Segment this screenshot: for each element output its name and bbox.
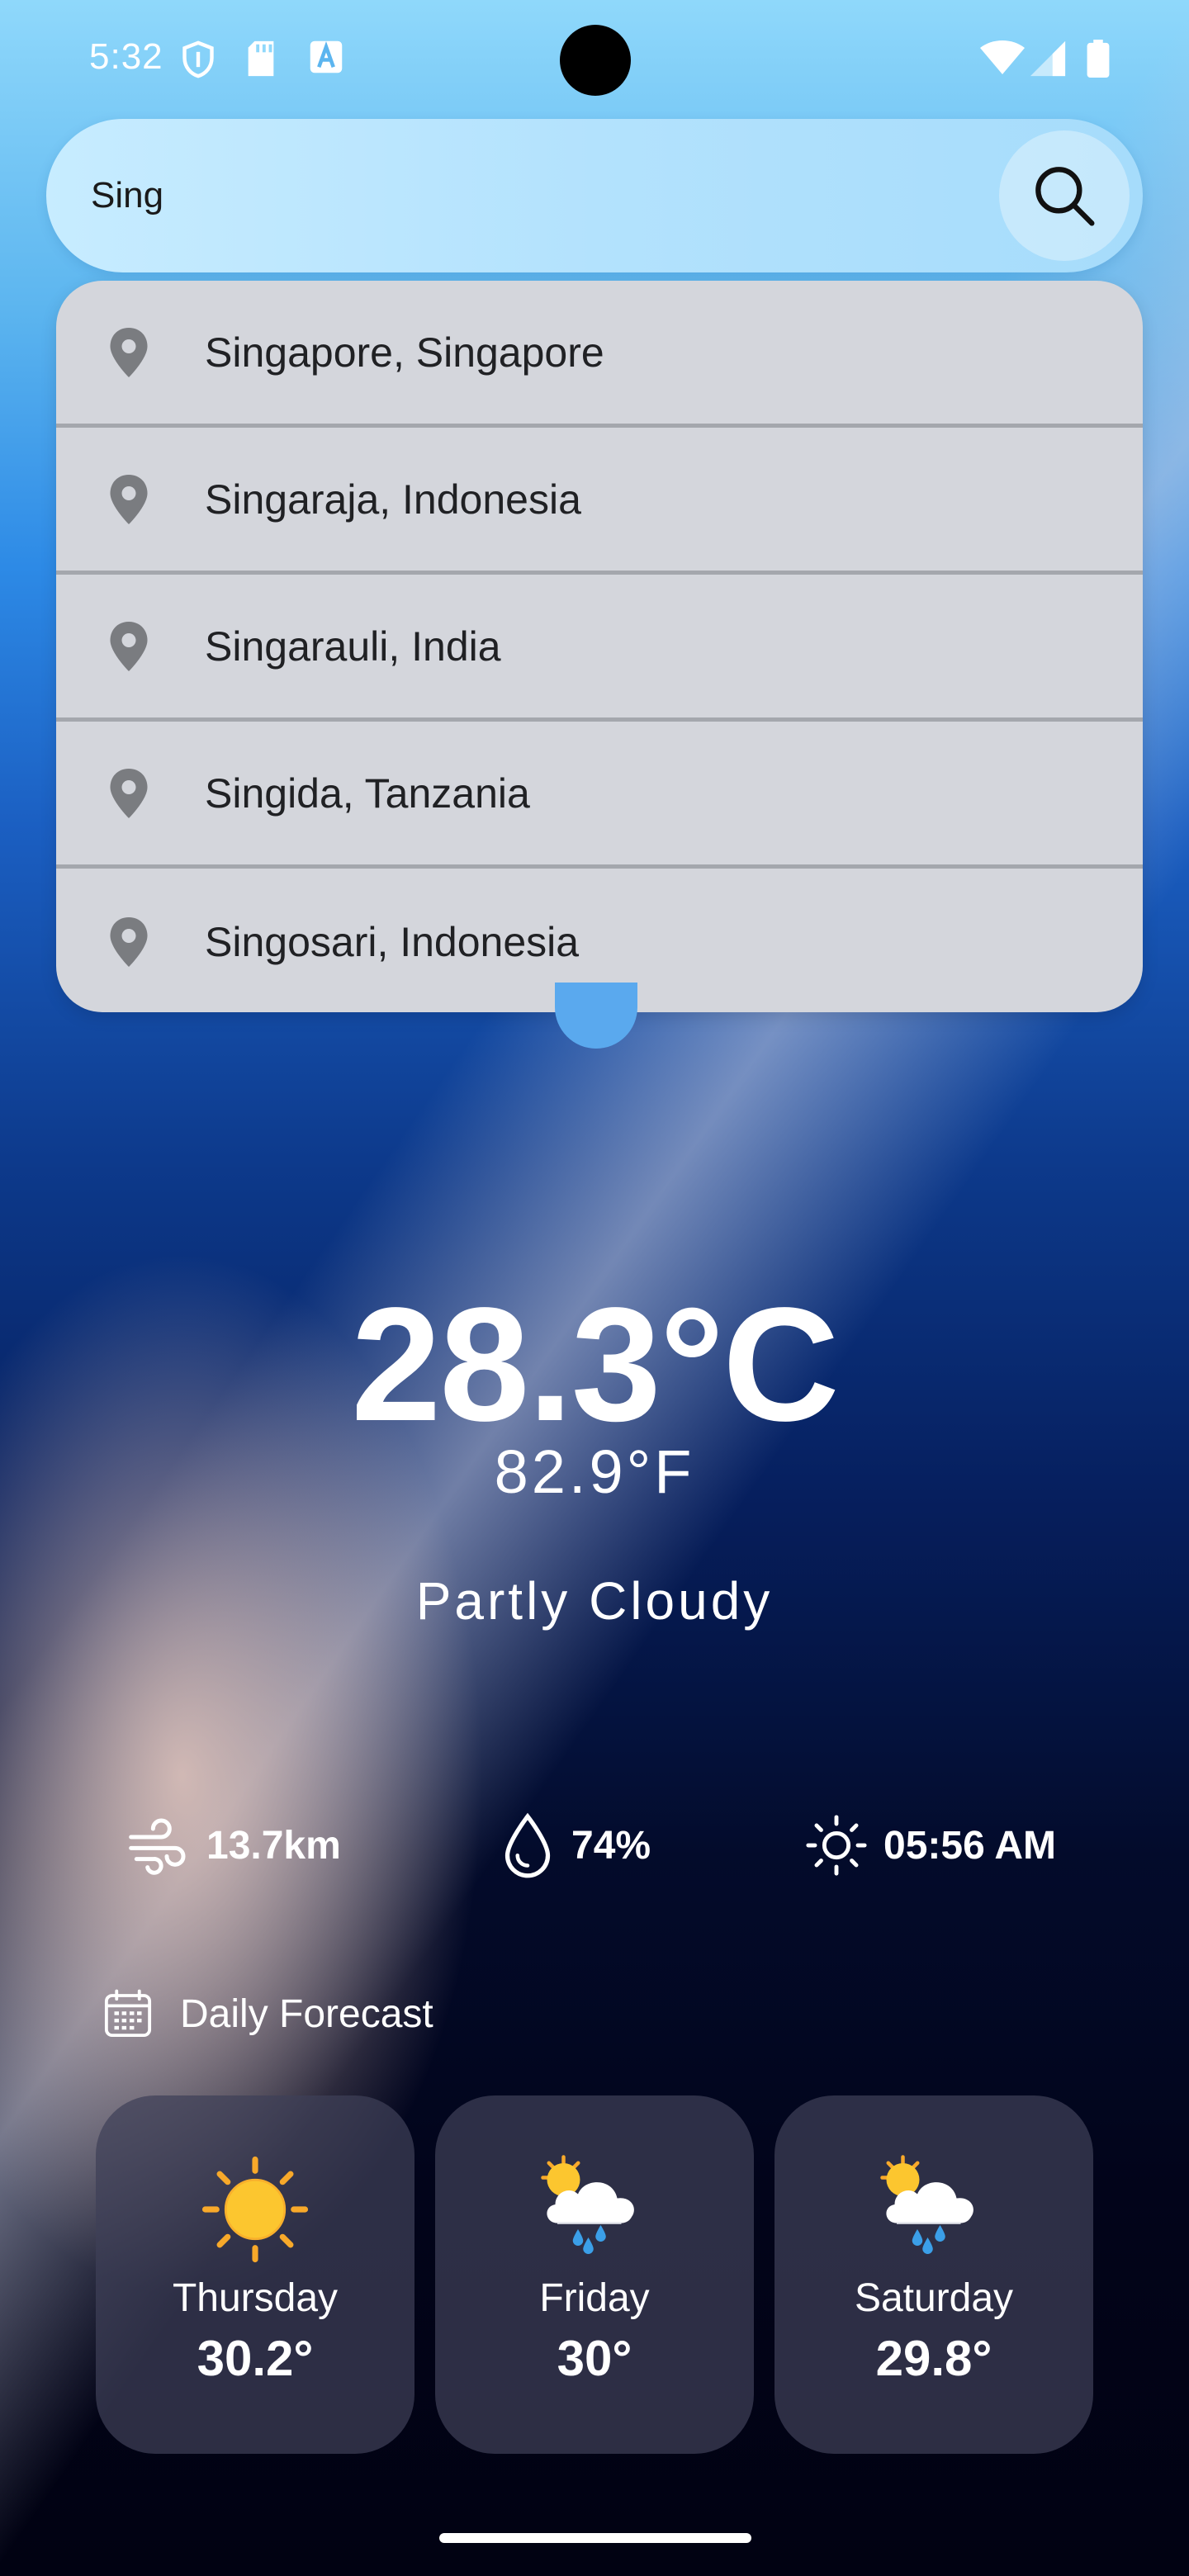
daily-forecast-title: Daily Forecast [180,1991,433,2036]
humidity-stat: 74% [499,1808,651,1882]
forecast-card-saturday[interactable]: Saturday 29.8° [775,2095,1093,2454]
forecast-day: Saturday [854,2276,1014,2320]
forecast-temp: 30.2° [197,2331,314,2386]
calendar-icon [104,1989,152,2038]
sun-cloud-rain-icon [541,2155,634,2254]
suggestion-item[interactable]: Singida, Tanzania [56,722,1143,869]
temperature-fahrenheit: 82.9°F [494,1437,695,1506]
sunny-icon [201,2156,309,2263]
drag-indicator [555,983,637,1049]
temperature-celsius: 28.3°C [351,1274,839,1455]
water-drop-icon [504,1812,551,1878]
location-pin-icon [110,327,148,377]
search-suggestions-list: Singapore, Singapore Singaraja, Indonesi… [56,281,1143,1012]
search-icon [1035,167,1095,226]
location-pin-icon [110,474,148,524]
wind-icon [129,1818,186,1875]
sd-card-icon [248,40,274,77]
forecast-temp: 30° [557,2331,632,2386]
location-pin-icon [110,768,148,818]
forecast-card-friday[interactable]: Friday 30° [435,2095,754,2454]
sunrise-stat: 05:56 AM [804,1808,1056,1882]
shield-icon [182,40,214,78]
wind-value: 13.7km [206,1823,341,1868]
wifi-icon [980,40,1025,74]
search-input[interactable] [91,119,983,272]
forecast-temp: 29.8° [875,2331,992,2386]
search-bar [46,119,1143,272]
battery-icon [1087,40,1110,78]
suggestion-label: Singapore, Singapore [205,329,604,376]
suggestion-item[interactable]: Singarauli, India [56,575,1143,722]
location-pin-icon [110,621,148,671]
suggestion-label: Singida, Tanzania [205,769,530,817]
home-indicator[interactable] [439,2533,751,2543]
sun-icon [806,1815,867,1876]
suggestion-label: Singosari, Indonesia [205,919,580,965]
daily-forecast-header: Daily Forecast [101,1985,433,2043]
status-time: 5:32 [89,36,163,77]
sun-cloud-rain-icon [880,2155,973,2254]
location-pin-icon [110,917,148,967]
weather-condition: Partly Cloudy [415,1571,774,1631]
search-button[interactable] [999,130,1130,261]
keyboard-a-icon [310,40,343,73]
suggestion-item[interactable]: Singaraja, Indonesia [56,428,1143,575]
signal-icon [1030,40,1066,77]
humidity-value: 74% [571,1823,651,1868]
wind-stat: 13.7km [126,1808,341,1882]
suggestion-item[interactable]: Singapore, Singapore [56,281,1143,428]
suggestion-label: Singaraja, Indonesia [205,476,581,523]
sunrise-value: 05:56 AM [883,1823,1056,1868]
forecast-day: Thursday [172,2276,339,2320]
forecast-day: Friday [539,2276,650,2320]
suggestion-label: Singarauli, India [205,623,501,670]
front-camera [560,25,631,96]
forecast-card-thursday[interactable]: Thursday 30.2° [96,2095,414,2454]
status-bar: 5:32 [0,0,1189,116]
